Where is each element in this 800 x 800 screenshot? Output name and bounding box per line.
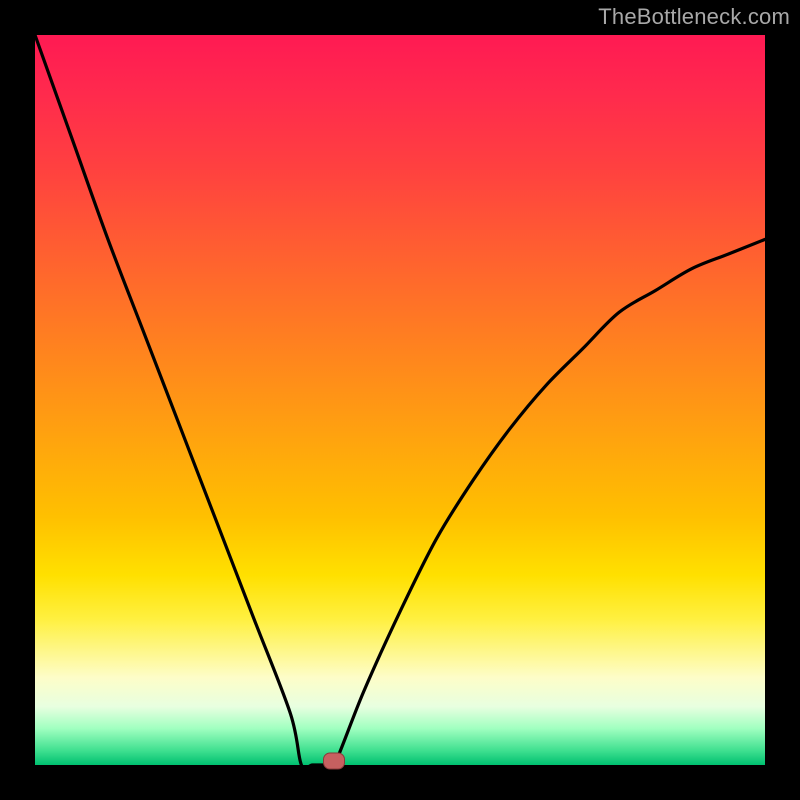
chart-frame: TheBottleneck.com xyxy=(0,0,800,800)
watermark-text: TheBottleneck.com xyxy=(598,4,790,30)
bottleneck-curve xyxy=(35,35,765,765)
optimal-point-marker xyxy=(323,752,345,769)
